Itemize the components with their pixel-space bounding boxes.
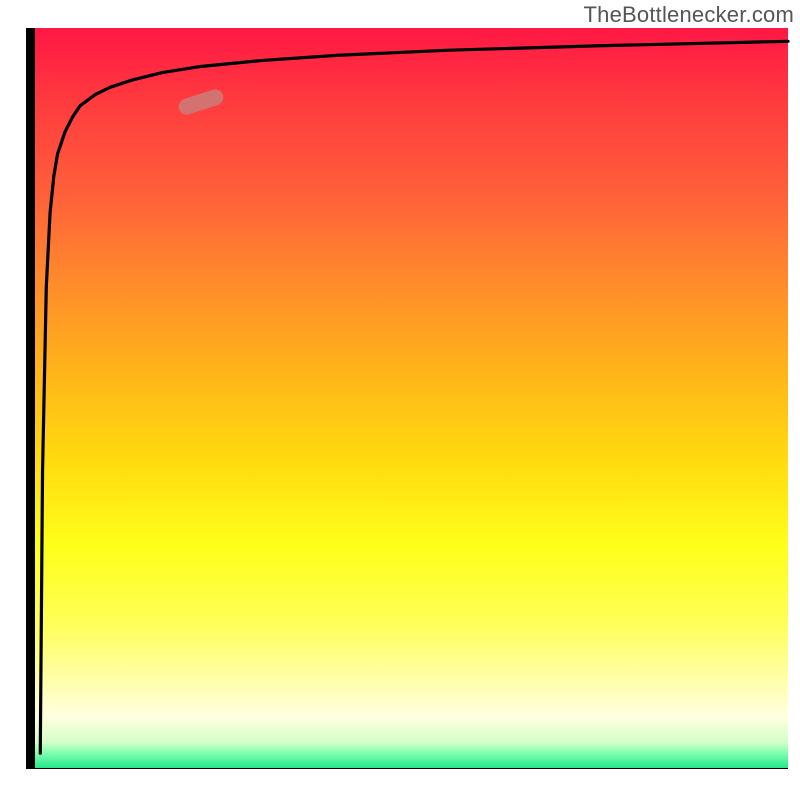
axis-y bbox=[26, 28, 35, 768]
plot-area bbox=[35, 28, 788, 768]
bottleneck-curve-path bbox=[40, 41, 788, 753]
curve-svg bbox=[35, 28, 788, 768]
attribution-label: TheBottlenecker.com bbox=[584, 2, 794, 28]
chart-stage: TheBottlenecker.com bbox=[0, 0, 800, 800]
